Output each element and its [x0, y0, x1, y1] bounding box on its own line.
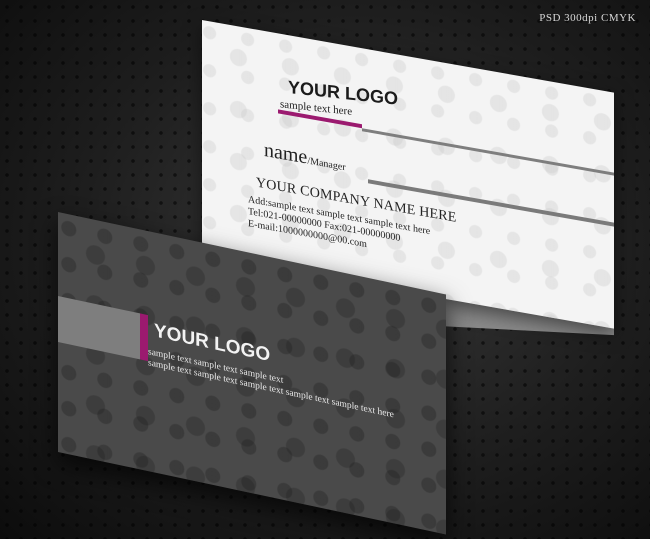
dark-card-accent-bar: [140, 313, 148, 362]
dark-card-gray-block: [58, 296, 140, 360]
white-card-title: /Manager: [307, 155, 346, 174]
dark-card-sample-text: sample text sample text sample text samp…: [148, 347, 408, 424]
format-badge: PSD 300dpi CMYK: [539, 12, 636, 24]
white-card-name-text: name: [264, 138, 308, 169]
white-card-name: name/Manager: [264, 139, 346, 176]
dark-card-line-2: sample text sample text sample text samp…: [148, 358, 394, 421]
white-card-divider: [362, 128, 614, 176]
dark-card-line-1: sample text sample text sample text: [148, 347, 284, 386]
